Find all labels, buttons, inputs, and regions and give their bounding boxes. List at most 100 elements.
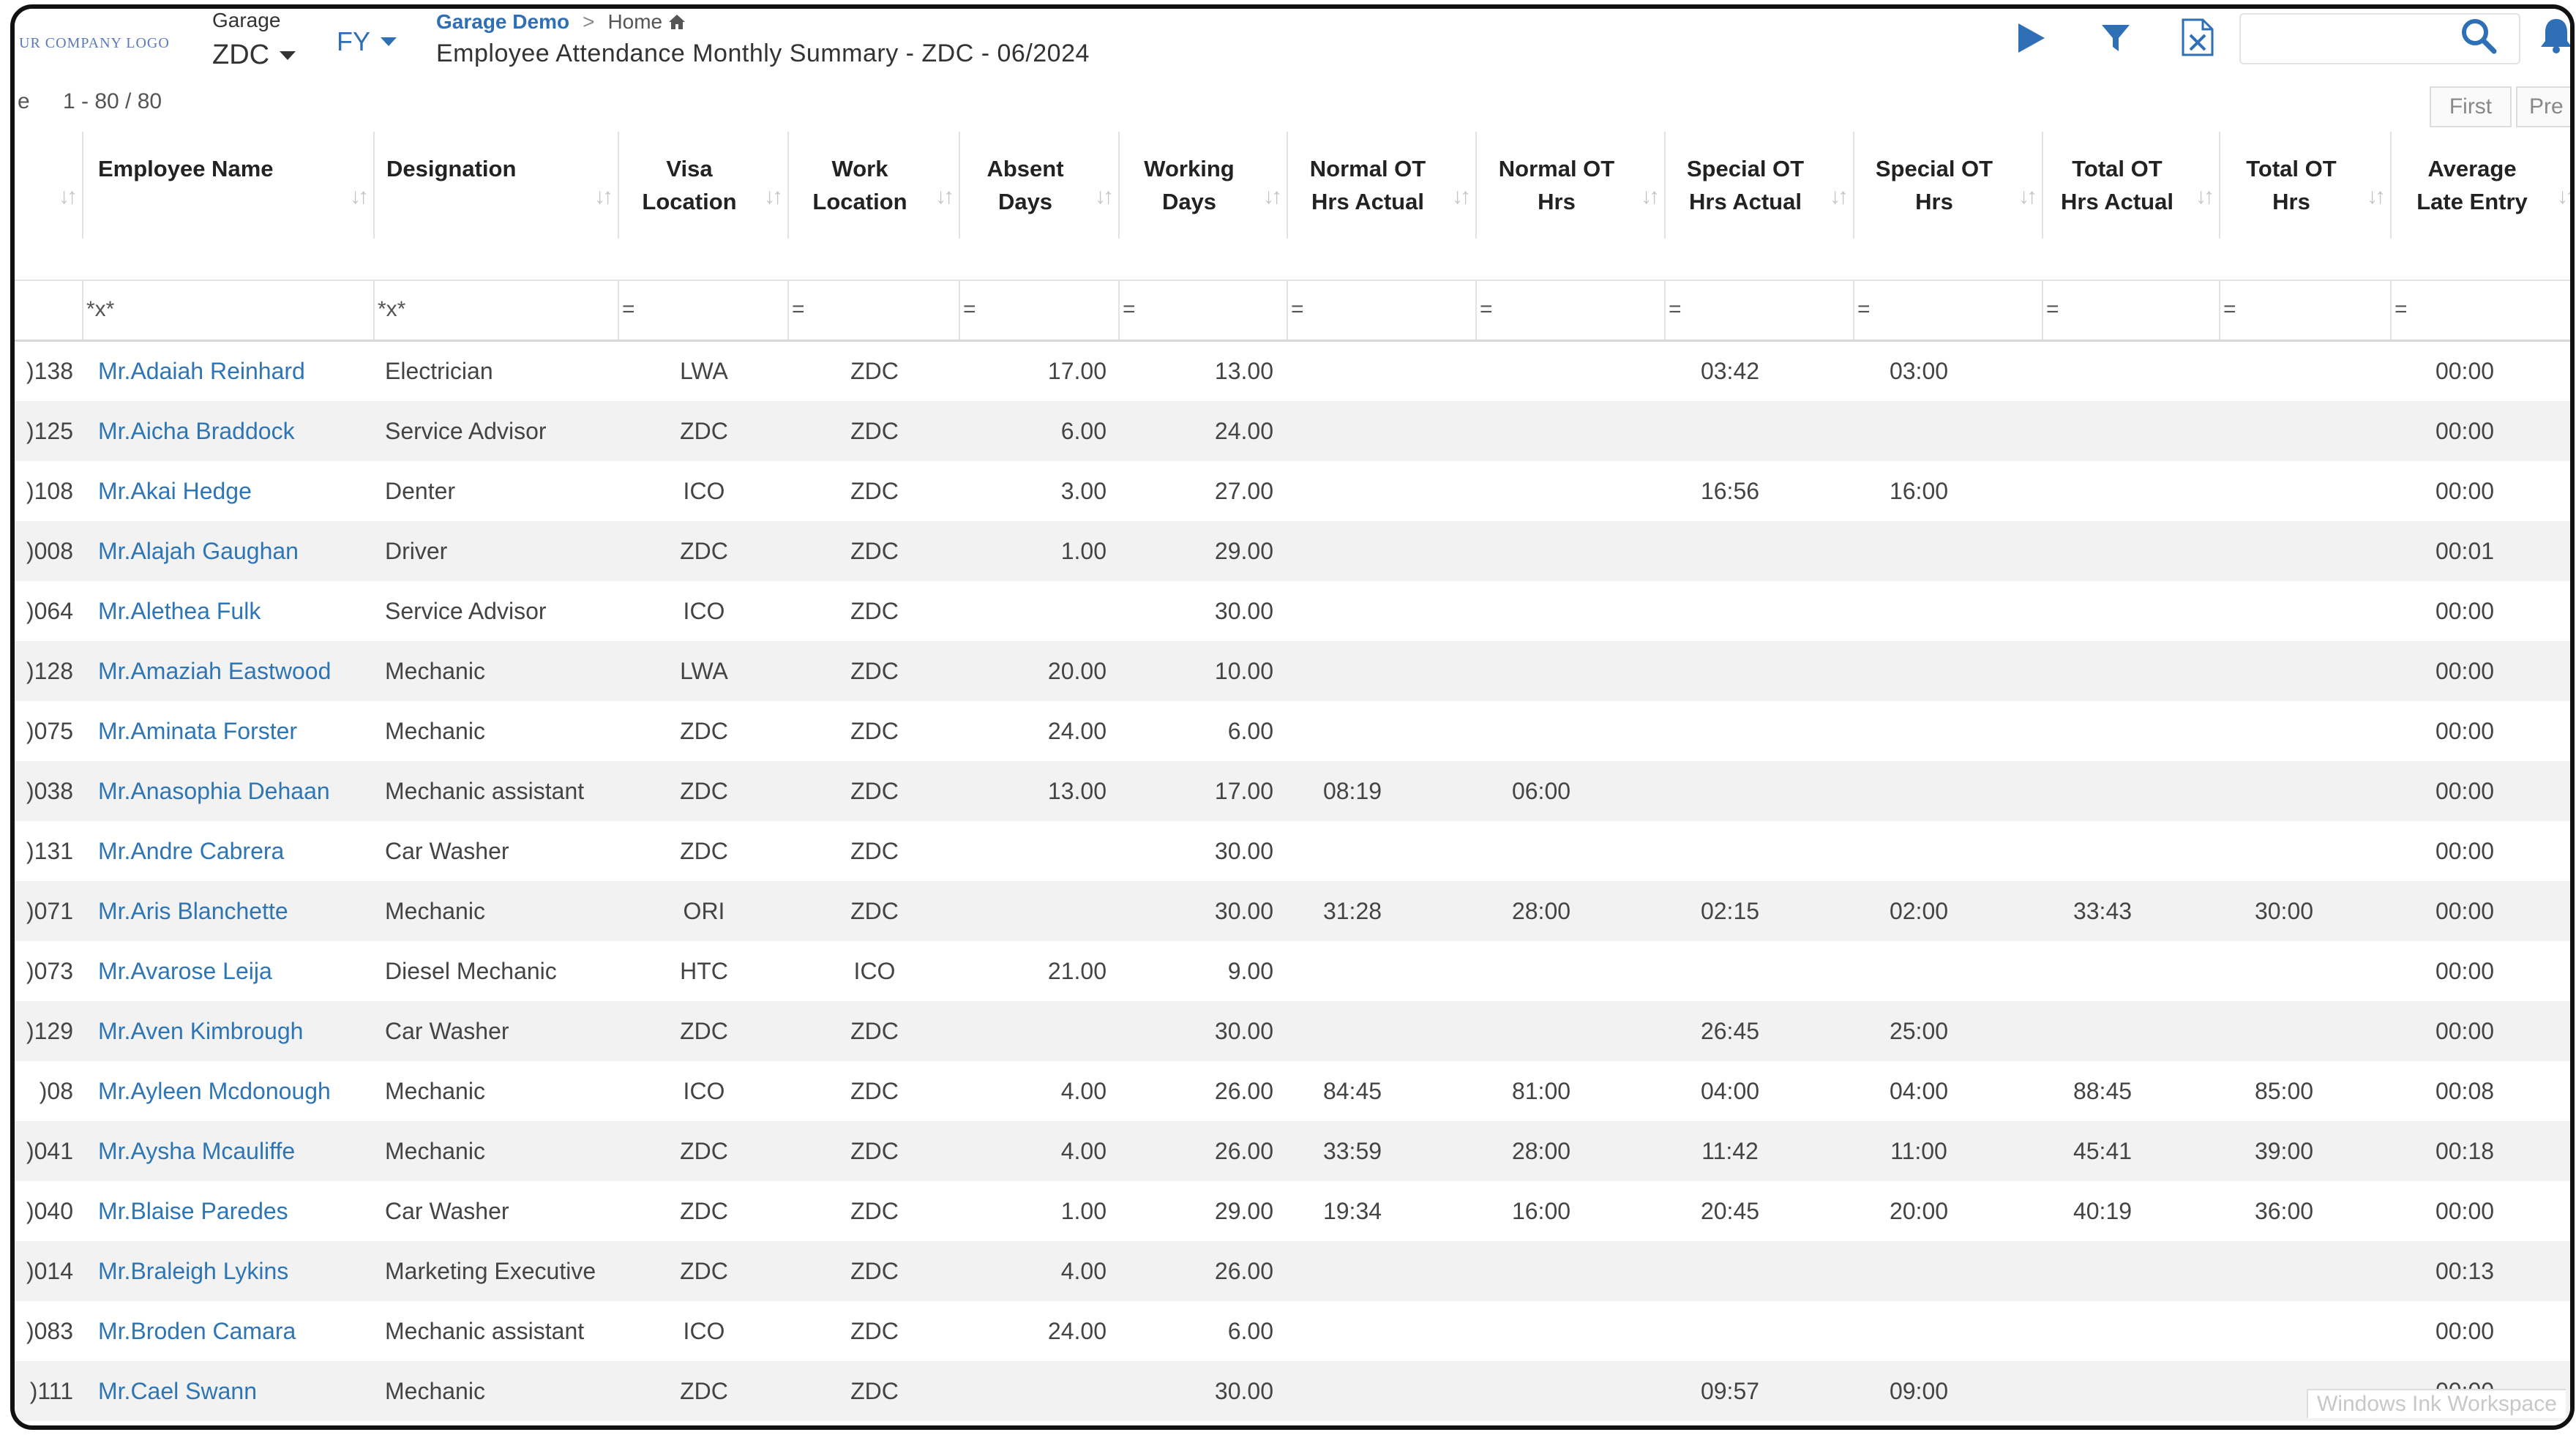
filter-normal-ot-actual[interactable]: =	[1288, 281, 1477, 340]
filter-special-ot[interactable]: =	[1854, 281, 2043, 340]
table-row[interactable]: )131 Mr.Andre Cabrera Car Washer ZDC ZDC 30.0…	[15, 821, 2570, 881]
cell-name[interactable]: Mr.Anasophia Dehaan	[83, 761, 375, 821]
table-row[interactable]: )064 Mr.Alethea Fulk Service Advisor ICO ZDC…	[15, 581, 2570, 641]
prev-page-button[interactable]: Pre	[2516, 86, 2570, 127]
cell-name[interactable]: Mr.Amaziah Eastwood	[83, 641, 375, 701]
cell-name[interactable]: Mr.Ayleen Mcdonough	[83, 1061, 375, 1121]
table-row[interactable]: )071 Mr.Aris Blanchette Mechanic ORI ZDC 30.0…	[15, 881, 2570, 941]
sort-icon[interactable]: ↓↑	[1263, 184, 1282, 209]
table-row[interactable]: )08 Mr.Ayleen Mcdonough Mechanic ICO ZDC 4.00…	[15, 1061, 2570, 1121]
fy-select[interactable]: FY	[337, 26, 397, 57]
cell-name[interactable]: Mr.Aven Kimbrough	[83, 1001, 375, 1061]
sort-icon[interactable]: ↓↑	[2557, 184, 2570, 209]
table-row[interactable]: )125 Mr.Aicha Braddock Service Advisor ZDC Z…	[15, 401, 2570, 461]
sort-icon[interactable]: ↓↑	[1641, 184, 1660, 209]
column-header-visa[interactable]: Visa Location ↓↑	[619, 132, 789, 239]
column-header-special-ot-actual[interactable]: Special OT Hrs Actual ↓↑	[1666, 132, 1854, 239]
filter-value: =	[1480, 297, 1493, 321]
sort-icon[interactable]: ↓↑	[2018, 184, 2037, 209]
breadcrumb-home-link[interactable]: Home	[607, 10, 686, 34]
cell-name[interactable]: Mr.Alethea Fulk	[83, 581, 375, 641]
column-header-total-ot[interactable]: Total OT Hrs ↓↑	[2220, 132, 2392, 239]
filter-designation[interactable]: *x*	[375, 281, 619, 340]
table-row[interactable]: )083 Mr.Broden Camara Mechanic assistant IC…	[15, 1301, 2570, 1361]
column-header-designation[interactable]: Designation ↓↑	[375, 132, 619, 239]
bell-icon[interactable]	[2538, 16, 2575, 54]
sort-icon[interactable]: ↓↑	[350, 184, 369, 209]
sort-icon[interactable]: ↓↑	[935, 184, 954, 209]
cell-name[interactable]: Mr.Aris Blanchette	[83, 881, 375, 941]
filter-total-ot-actual[interactable]: =	[2043, 281, 2220, 340]
excel-export-icon[interactable]	[2181, 18, 2214, 57]
table-row[interactable]: )075 Mr.Aminata Forster Mechanic ZDC ZDC 24.0…	[15, 701, 2570, 761]
table-row[interactable]: )111 Mr.Cael Swann Mechanic ZDC ZDC 30.00 09:5…	[15, 1361, 2570, 1421]
column-header-absent[interactable]: Absent Days ↓↑	[960, 132, 1120, 239]
table-row[interactable]: )041 Mr.Aysha Mcauliffe Mechanic ZDC ZDC 4.00…	[15, 1121, 2570, 1181]
cell-name[interactable]: Mr.Aysha Mcauliffe	[83, 1121, 375, 1181]
cell-designation: Mechanic	[385, 1078, 485, 1104]
filter-working[interactable]: =	[1120, 281, 1288, 340]
cell-name[interactable]: Mr.Akai Hedge	[83, 461, 375, 521]
filter-normal-ot[interactable]: =	[1477, 281, 1666, 340]
sort-icon[interactable]: ↓↑	[1452, 184, 1471, 209]
table-row[interactable]: )138 Mr.Adaiah Reinhard Electrician LWA ZDC 1…	[15, 341, 2570, 401]
column-header-code[interactable]: ↓↑	[15, 132, 83, 239]
cell-visa: ZDC	[680, 1378, 728, 1404]
cell-late: 00:18	[2435, 1138, 2495, 1164]
sort-icon[interactable]: ↓↑	[764, 184, 783, 209]
sort-icon[interactable]: ↓↑	[1095, 184, 1114, 209]
table-row[interactable]: )008 Mr.Alajah Gaughan Driver ZDC ZDC 1.00 29.…	[15, 521, 2570, 581]
first-page-button[interactable]: First	[2430, 86, 2512, 127]
cell-name[interactable]: Mr.Braleigh Lykins	[83, 1241, 375, 1301]
play-icon[interactable]	[2014, 22, 2046, 54]
sort-icon[interactable]: ↓↑	[2367, 184, 2386, 209]
cell-name[interactable]: Mr.Avarose Leija	[83, 941, 375, 1001]
cell-name[interactable]: Mr.Adaiah Reinhard	[83, 341, 375, 401]
column-header-total-ot-actual[interactable]: Total OT Hrs Actual ↓↑	[2043, 132, 2220, 239]
column-header-special-ot[interactable]: Special OT Hrs ↓↑	[1854, 132, 2043, 239]
table-row[interactable]: )108 Mr.Akai Hedge Denter ICO ZDC 3.00 27.00 16…	[15, 461, 2570, 521]
filter-code[interactable]	[15, 281, 83, 340]
cell-name[interactable]: Mr.Aicha Braddock	[83, 401, 375, 461]
filter-icon[interactable]	[2100, 23, 2131, 54]
table-row[interactable]: )073 Mr.Avarose Leija Diesel Mechanic HTC IC…	[15, 941, 2570, 1001]
cell-name[interactable]: Mr.Alajah Gaughan	[83, 521, 375, 581]
filter-name[interactable]: *x*	[83, 281, 375, 340]
cell-name[interactable]: Mr.Broden Camara	[83, 1301, 375, 1361]
cell-name[interactable]: Mr.Cael Swann	[83, 1361, 375, 1421]
table-row[interactable]: )128 Mr.Amaziah Eastwood Mechanic LWA ZDC 20.…	[15, 641, 2570, 701]
filter-total-ot[interactable]: =	[2220, 281, 2392, 340]
cell-special-ot-actual: 03:42	[1700, 358, 1760, 384]
filter-visa[interactable]: =	[619, 281, 789, 340]
cell-name[interactable]: Mr.Aminata Forster	[83, 701, 375, 761]
column-header-normal-ot-actual[interactable]: Normal OT Hrs Actual ↓↑	[1288, 132, 1477, 239]
sort-icon[interactable]: ↓↑	[59, 184, 78, 209]
filter-absent[interactable]: =	[960, 281, 1120, 340]
filter-special-ot-actual[interactable]: =	[1666, 281, 1854, 340]
cell-name[interactable]: Mr.Blaise Paredes	[83, 1181, 375, 1241]
table-row[interactable]: )129 Mr.Aven Kimbrough Car Washer ZDC ZDC 30.…	[15, 1001, 2570, 1061]
column-header-normal-ot[interactable]: Normal OT Hrs ↓↑	[1477, 132, 1666, 239]
column-header-working[interactable]: Working Days ↓↑	[1120, 132, 1288, 239]
garage-select[interactable]: ZDC	[212, 40, 296, 71]
column-header-name[interactable]: Employee Name ↓↑	[83, 132, 375, 239]
watermark: Windows Ink Workspace	[2307, 1389, 2566, 1418]
table-row[interactable]: )040 Mr.Blaise Paredes Car Washer ZDC ZDC 1.0…	[15, 1181, 2570, 1241]
filter-late[interactable]: =	[2392, 281, 2570, 340]
sort-icon[interactable]: ↓↑	[2195, 184, 2214, 209]
filter-work[interactable]: =	[789, 281, 960, 340]
sort-icon[interactable]: ↓↑	[1830, 184, 1849, 209]
table-row[interactable]: )014 Mr.Braleigh Lykins Marketing Executiv…	[15, 1241, 2570, 1301]
filter-value: *x*	[86, 297, 115, 321]
column-header-late[interactable]: Average Late Entry ↓↑	[2392, 132, 2570, 239]
cell-working: 26.00	[1214, 1078, 1273, 1104]
breadcrumb-garage-demo-link[interactable]: Garage Demo	[436, 10, 569, 34]
column-header-work[interactable]: Work Location ↓↑	[789, 132, 960, 239]
search-icon[interactable]	[2460, 18, 2497, 54]
cell-name[interactable]: Mr.Andre Cabrera	[83, 821, 375, 881]
cell-normal-ot-actual	[1288, 581, 1477, 641]
cell-late: 00:00	[2435, 358, 2495, 384]
cell-designation: Mechanic	[385, 1138, 485, 1164]
sort-icon[interactable]: ↓↑	[594, 184, 613, 209]
table-row[interactable]: )038 Mr.Anasophia Dehaan Mechanic assistan…	[15, 761, 2570, 821]
